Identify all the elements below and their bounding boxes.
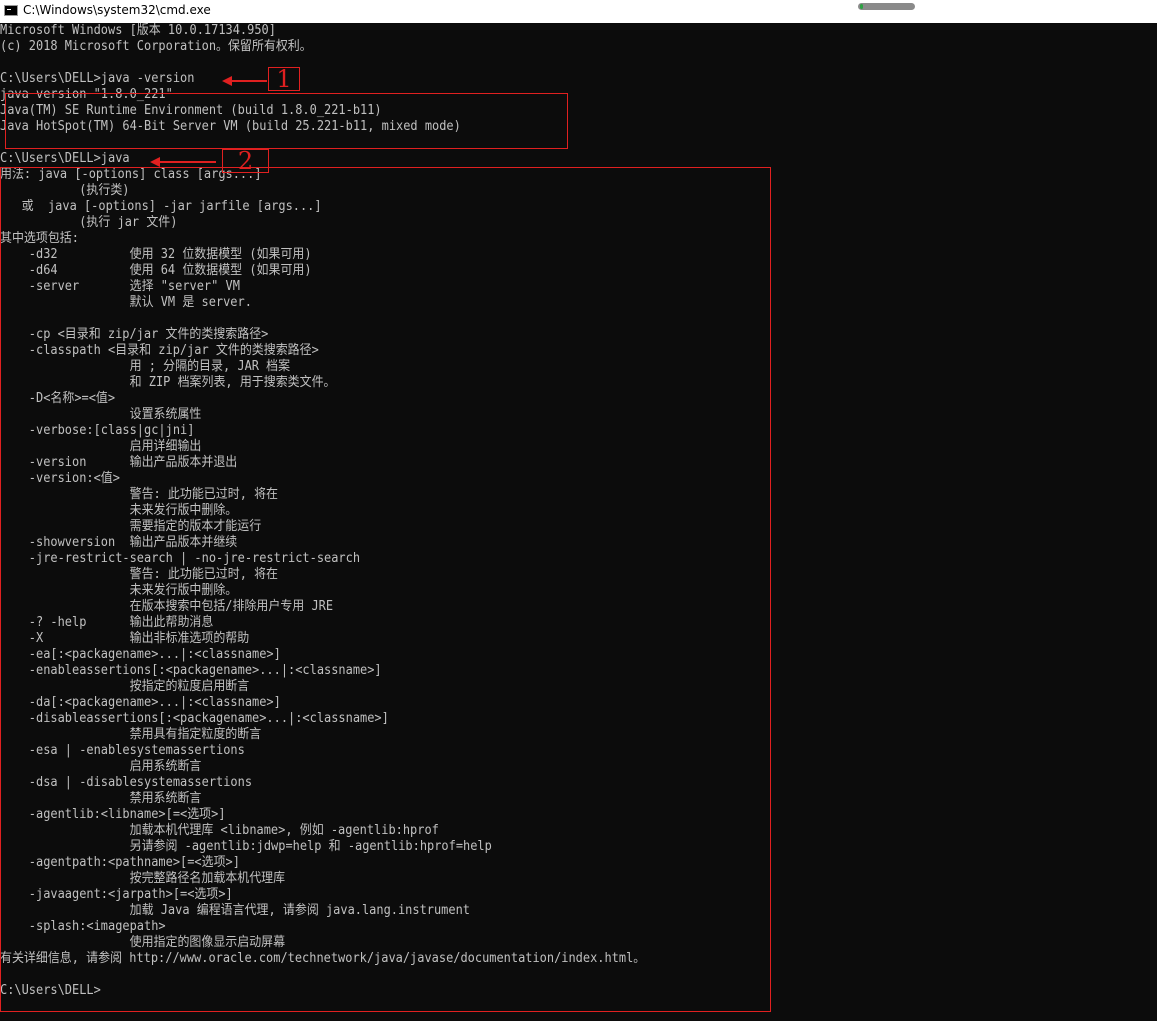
- console-line: Microsoft Windows [版本 10.0.17134.950]: [0, 23, 276, 38]
- annotation-arrow-2: [150, 157, 216, 167]
- annotation-box-version-output: [5, 93, 568, 149]
- console-line: (c) 2018 Microsoft Corporation。保留所有权利。: [0, 39, 312, 54]
- console-icon: [4, 5, 18, 16]
- console-output[interactable]: Microsoft Windows [版本 10.0.17134.950] (c)…: [0, 23, 1157, 1021]
- console-line: C:\Users\DELL>java -version: [0, 71, 195, 86]
- window-titlebar[interactable]: C:\Windows\system32\cmd.exe: [0, 0, 1157, 23]
- annotation-box-help-output: [0, 167, 771, 1012]
- annotation-number-1: 1: [268, 67, 300, 91]
- annotation-arrow-1: [222, 76, 267, 86]
- progress-indicator: [858, 3, 915, 10]
- window-title: C:\Windows\system32\cmd.exe: [23, 3, 211, 17]
- annotation-number-2: 2: [222, 149, 269, 173]
- console-line: C:\Users\DELL>java: [0, 151, 130, 166]
